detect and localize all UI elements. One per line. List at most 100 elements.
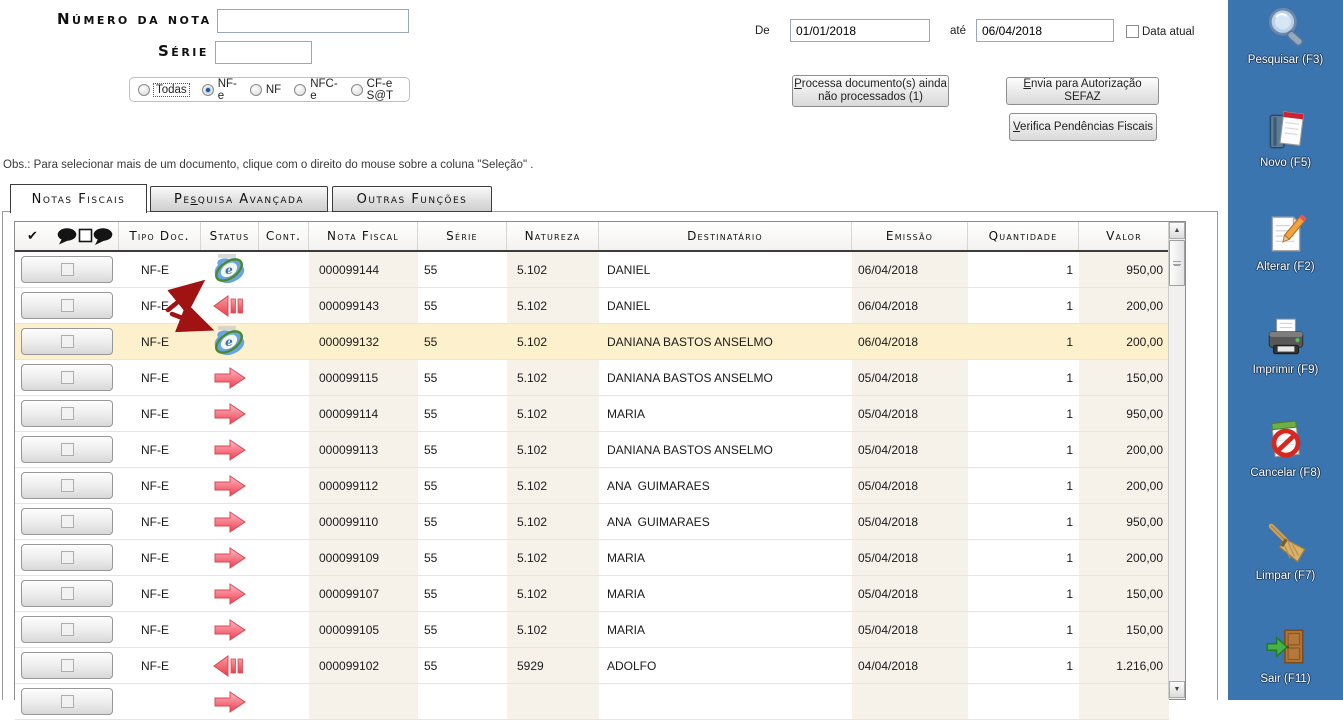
- selection-button[interactable]: [21, 580, 113, 607]
- scrollbar-thumb[interactable]: [1169, 240, 1185, 286]
- selection-button[interactable]: [21, 616, 113, 643]
- sidebar-item-cancelar[interactable]: Cancelar (F8): [1228, 418, 1343, 479]
- exit-door-icon: [1263, 624, 1309, 670]
- sidebar-item-sair[interactable]: Sair (F11): [1228, 624, 1343, 685]
- scroll-down-button[interactable]: ▼: [1169, 681, 1185, 698]
- header-destinatario[interactable]: Destinatário: [599, 222, 852, 250]
- data-atual-checkbox[interactable]: [1126, 25, 1139, 38]
- cell-tipo-doc: NF-E: [119, 360, 201, 395]
- cell-emissao: 05/04/2018: [852, 432, 968, 467]
- processa-documentos-button[interactable]: Processa documento(s) ainda não processa…: [792, 75, 949, 107]
- header-tipo-doc[interactable]: Tipo Doc.: [119, 222, 201, 250]
- cell-nota-fiscal: 000099143: [309, 288, 418, 323]
- table-row[interactable]: NF-E 000099107555.102MARIA05/04/20181150…: [15, 576, 1169, 612]
- cell-quantidade: 1: [968, 360, 1079, 395]
- cell-tipo-doc: NF-E: [119, 432, 201, 467]
- cell-status: [201, 504, 259, 539]
- cell-natureza: 5.102: [507, 252, 599, 287]
- message-bubbles-icon[interactable]: [57, 227, 113, 246]
- tab-notas-fiscais[interactable]: Notas Fiscais: [10, 184, 147, 213]
- selection-checkbox[interactable]: [61, 587, 74, 600]
- sidebar-item-pesquisar[interactable]: Pesquisar (F3): [1228, 5, 1343, 66]
- selection-checkbox[interactable]: [61, 659, 74, 672]
- radio-dot[interactable]: [351, 84, 363, 96]
- selection-button[interactable]: [21, 688, 113, 715]
- header-cont[interactable]: Cont.: [259, 222, 309, 250]
- selection-checkbox[interactable]: [61, 551, 74, 564]
- header-natureza[interactable]: Natureza: [507, 222, 599, 250]
- selection-button[interactable]: [21, 328, 113, 355]
- radio-dot[interactable]: [138, 84, 150, 96]
- table-row[interactable]: NF-E 000099110555.102ANA GUIMARAES05/04/…: [15, 504, 1169, 540]
- selection-checkbox[interactable]: [61, 479, 74, 492]
- radio-dot[interactable]: [250, 84, 262, 96]
- selection-checkbox[interactable]: [61, 695, 74, 708]
- numero-da-nota-input[interactable]: [217, 9, 409, 33]
- scroll-up-button[interactable]: ▲: [1169, 222, 1185, 239]
- doc-type-radio-nfc-e[interactable]: NFC-e: [294, 78, 337, 102]
- table-row[interactable]: NF-E 000099115555.102DANIANA BASTOS ANSE…: [15, 360, 1169, 396]
- check-icon[interactable]: ✔: [27, 229, 38, 244]
- table-row[interactable]: NF-E 000099143555.102DANIEL06/04/2018120…: [15, 288, 1169, 324]
- header-nota-fiscal[interactable]: Nota Fiscal: [309, 222, 418, 250]
- selection-button[interactable]: [21, 472, 113, 499]
- selection-checkbox[interactable]: [61, 299, 74, 312]
- selection-cell: [15, 540, 119, 575]
- envia-autorizacao-sefaz-button[interactable]: Envia para Autorização SEFAZ: [1006, 77, 1159, 105]
- tab-pesquisa-avancada[interactable]: Pesquisa Avançada: [150, 186, 328, 212]
- selection-button[interactable]: [21, 256, 113, 283]
- selection-button[interactable]: [21, 436, 113, 463]
- verifica-pendencias-button[interactable]: Verifica Pendências Fiscais: [1009, 113, 1157, 141]
- selection-button[interactable]: [21, 652, 113, 679]
- sidebar-item-alterar[interactable]: Alterar (F2): [1228, 212, 1343, 273]
- selection-button[interactable]: [21, 292, 113, 319]
- selection-checkbox[interactable]: [61, 515, 74, 528]
- table-row[interactable]: NF-E 000099105555.102MARIA05/04/20181150…: [15, 612, 1169, 648]
- sidebar-item-novo[interactable]: Novo (F5): [1228, 108, 1343, 169]
- table-row[interactable]: NF-E 000099109555.102MARIA05/04/20181200…: [15, 540, 1169, 576]
- forward-arrow-icon: [212, 510, 248, 534]
- cell-destinatario: DANIEL: [599, 288, 852, 323]
- sidebar-item-imprimir[interactable]: Imprimir (F9): [1228, 315, 1343, 376]
- serie-input[interactable]: [215, 41, 312, 64]
- cell-nota-fiscal: 000099132: [309, 324, 418, 359]
- radio-dot[interactable]: [294, 84, 306, 96]
- header-status[interactable]: Status: [201, 222, 259, 250]
- table-row[interactable]: NF-E 000099102555929ADOLFO04/04/201811.2…: [15, 648, 1169, 684]
- selection-button[interactable]: [21, 400, 113, 427]
- header-emissao[interactable]: Emissão: [852, 222, 968, 250]
- selection-checkbox[interactable]: [61, 335, 74, 348]
- selection-checkbox[interactable]: [61, 623, 74, 636]
- tab-outras-funcoes[interactable]: Outras Funções: [332, 186, 492, 212]
- table-row[interactable]: NF-E 000099112555.102ANA GUIMARAES05/04/…: [15, 468, 1169, 504]
- doc-type-radio-nf[interactable]: NF: [250, 84, 281, 96]
- cell-quantidade: 1: [968, 576, 1079, 611]
- table-row[interactable]: [15, 684, 1169, 720]
- cell-quantidade: 1: [968, 396, 1079, 431]
- doc-type-radio-cf-e-s-t[interactable]: CF-e S@T: [351, 78, 401, 102]
- doc-type-radio-todas[interactable]: Todas: [138, 84, 189, 96]
- header-quantidade[interactable]: Quantidade: [968, 222, 1079, 250]
- table-row[interactable]: NF-E e 000099132555.102DANIANA BASTOS AN…: [15, 324, 1169, 360]
- table-row[interactable]: NF-E 000099113555.102DANIANA BASTOS ANSE…: [15, 432, 1169, 468]
- header-serie[interactable]: Série: [418, 222, 507, 250]
- selection-checkbox[interactable]: [61, 407, 74, 420]
- sidebar-item-limpar[interactable]: Limpar (F7): [1228, 521, 1343, 582]
- cell-natureza: 5.102: [507, 576, 599, 611]
- cell-serie: 55: [418, 612, 507, 647]
- selection-button[interactable]: [21, 508, 113, 535]
- selection-checkbox[interactable]: [61, 263, 74, 276]
- vertical-scrollbar[interactable]: ▲ ▼: [1168, 222, 1185, 699]
- selection-checkbox[interactable]: [61, 443, 74, 456]
- table-row[interactable]: NF-E e 000099144555.102DANIEL06/04/20181…: [15, 252, 1169, 288]
- doc-type-radio-nf-e[interactable]: NF-e: [202, 78, 237, 102]
- selection-checkbox[interactable]: [61, 371, 74, 384]
- header-valor[interactable]: Valor: [1079, 222, 1169, 250]
- radio-dot[interactable]: [202, 84, 214, 96]
- date-to-input[interactable]: [976, 19, 1114, 42]
- table-row[interactable]: NF-E 000099114555.102MARIA05/04/20181950…: [15, 396, 1169, 432]
- cell-tipo-doc: NF-E: [119, 648, 201, 683]
- selection-button[interactable]: [21, 364, 113, 391]
- selection-button[interactable]: [21, 544, 113, 571]
- date-from-input[interactable]: [790, 19, 930, 42]
